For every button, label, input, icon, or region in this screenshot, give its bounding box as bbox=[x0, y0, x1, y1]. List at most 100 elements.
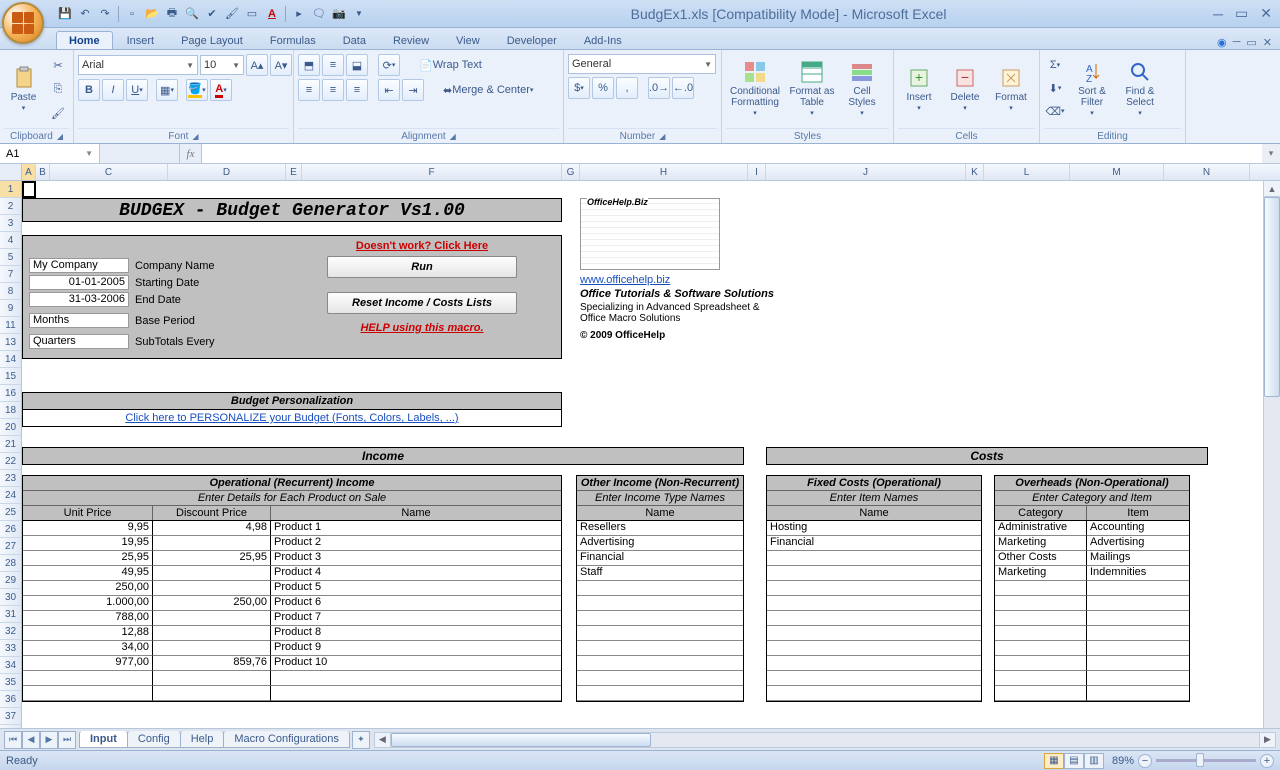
table-row[interactable] bbox=[995, 581, 1189, 596]
table-row[interactable] bbox=[577, 611, 743, 626]
table-row[interactable]: MarketingAdvertising bbox=[995, 536, 1189, 551]
table-row[interactable]: Other CostsMailings bbox=[995, 551, 1189, 566]
cut-icon[interactable]: ✂ bbox=[47, 54, 69, 76]
delete-cells-button[interactable]: −Delete▾ bbox=[944, 54, 986, 124]
zoom-level[interactable]: 89% bbox=[1112, 755, 1134, 767]
wrap-text-button[interactable]: 📄 Wrap Text bbox=[414, 54, 487, 76]
base-period-input[interactable]: Months bbox=[29, 313, 129, 328]
border-icon[interactable]: ▦▾ bbox=[156, 79, 178, 101]
table-row[interactable] bbox=[767, 656, 981, 671]
new-icon[interactable]: ▫ bbox=[123, 5, 141, 23]
table-row[interactable]: 34,00Product 9 bbox=[23, 641, 561, 656]
column-headers[interactable]: ABCDEFGHIJKLMN bbox=[22, 164, 1280, 181]
prev-sheet-icon[interactable]: ◀ bbox=[22, 731, 40, 749]
subtotals-input[interactable]: Quarters bbox=[29, 334, 129, 349]
speak-icon[interactable]: 🗨 bbox=[310, 5, 328, 23]
workbook-minimize-icon[interactable]: ─ bbox=[1233, 36, 1241, 49]
number-format-combo[interactable]: General▼ bbox=[568, 54, 716, 74]
font-color-icon[interactable]: A bbox=[263, 5, 281, 23]
autosum-icon[interactable]: Σ▾ bbox=[1044, 54, 1066, 76]
sheet-tab-config[interactable]: Config bbox=[127, 731, 181, 748]
table-row[interactable] bbox=[577, 626, 743, 641]
align-right-icon[interactable]: ≡ bbox=[346, 79, 368, 101]
alignment-launcher-icon[interactable]: ◢ bbox=[450, 132, 456, 141]
merge-center-button[interactable]: ⬌ Merge & Center ▾ bbox=[438, 79, 538, 101]
formula-input[interactable] bbox=[202, 144, 1262, 163]
print-preview-icon[interactable]: 🔍 bbox=[183, 5, 201, 23]
shrink-font-icon[interactable]: A▾ bbox=[270, 54, 292, 76]
close-button[interactable]: ✕ bbox=[1256, 5, 1276, 22]
sheet-tab-macro-configurations[interactable]: Macro Configurations bbox=[223, 731, 350, 748]
last-sheet-icon[interactable]: ⏭ bbox=[58, 731, 76, 749]
end-date-input[interactable]: 31-03-2006 bbox=[29, 292, 129, 307]
grow-font-icon[interactable]: A▴ bbox=[246, 54, 268, 76]
conditional-formatting-button[interactable]: Conditional Formatting▾ bbox=[726, 54, 784, 124]
reset-button[interactable]: Reset Income / Costs Lists bbox=[327, 292, 517, 314]
accounting-icon[interactable]: $▾ bbox=[568, 77, 590, 99]
table-row[interactable]: Advertising bbox=[577, 536, 743, 551]
paste-button[interactable]: Paste▾ bbox=[4, 54, 43, 124]
next-sheet-icon[interactable]: ▶ bbox=[40, 731, 58, 749]
table-row[interactable]: 12,88Product 8 bbox=[23, 626, 561, 641]
increase-decimal-icon[interactable]: .0→ bbox=[648, 77, 670, 99]
increase-indent-icon[interactable]: ⇥ bbox=[402, 79, 424, 101]
expand-formula-icon[interactable]: ▾ bbox=[1262, 144, 1280, 163]
run-button[interactable]: Run bbox=[327, 256, 517, 278]
decrease-indent-icon[interactable]: ⇤ bbox=[378, 79, 400, 101]
company-input[interactable]: My Company bbox=[29, 258, 129, 273]
new-sheet-icon[interactable]: ✦ bbox=[352, 731, 370, 749]
tab-developer[interactable]: Developer bbox=[494, 31, 570, 49]
table-row[interactable] bbox=[995, 656, 1189, 671]
table-row[interactable] bbox=[767, 596, 981, 611]
vertical-scrollbar[interactable]: ▲ bbox=[1263, 181, 1280, 728]
table-row[interactable]: 250,00Product 5 bbox=[23, 581, 561, 596]
camera-icon[interactable]: 📷 bbox=[330, 5, 348, 23]
font-name-combo[interactable]: Arial▼ bbox=[78, 55, 198, 75]
find-select-button[interactable]: Find & Select▾ bbox=[1118, 54, 1162, 124]
macros-icon[interactable]: ▸ bbox=[290, 5, 308, 23]
sheet-tab-help[interactable]: Help bbox=[180, 731, 225, 748]
format-as-table-button[interactable]: Format as Table▾ bbox=[788, 54, 836, 124]
select-all-corner[interactable] bbox=[0, 164, 22, 181]
tab-review[interactable]: Review bbox=[380, 31, 442, 49]
tab-formulas[interactable]: Formulas bbox=[257, 31, 329, 49]
doesnt-work-link[interactable]: Doesn't work? Click Here bbox=[356, 240, 488, 252]
table-row[interactable]: Resellers bbox=[577, 521, 743, 536]
percent-icon[interactable]: % bbox=[592, 77, 614, 99]
officehelp-link[interactable]: www.officehelp.biz bbox=[580, 274, 670, 286]
table-row[interactable] bbox=[995, 626, 1189, 641]
font-color-icon[interactable]: A▾ bbox=[210, 79, 232, 101]
start-date-input[interactable]: 01-01-2005 bbox=[29, 275, 129, 290]
decrease-decimal-icon[interactable]: ←.0 bbox=[672, 77, 694, 99]
first-sheet-icon[interactable]: ⏮ bbox=[4, 731, 22, 749]
table-row[interactable] bbox=[767, 566, 981, 581]
maximize-button[interactable]: ▭ bbox=[1231, 5, 1252, 22]
format-painter-icon[interactable]: 🖌 bbox=[47, 102, 69, 124]
cell-styles-button[interactable]: Cell Styles▾ bbox=[840, 54, 884, 124]
help-macro-link[interactable]: HELP using this macro. bbox=[360, 322, 483, 334]
sheet-tab-input[interactable]: Input bbox=[79, 731, 128, 748]
format-cells-button[interactable]: Format▾ bbox=[990, 54, 1032, 124]
table-row[interactable]: 49,95Product 4 bbox=[23, 566, 561, 581]
table-row[interactable] bbox=[767, 611, 981, 626]
workbook-restore-icon[interactable]: ▭ bbox=[1246, 36, 1256, 49]
paint-icon[interactable]: 🖌 bbox=[223, 5, 241, 23]
personalize-link[interactable]: Click here to PERSONALIZE your Budget (F… bbox=[125, 412, 458, 424]
zoom-slider[interactable] bbox=[1156, 759, 1256, 762]
page-layout-view-icon[interactable]: ▤ bbox=[1064, 753, 1084, 769]
table-row[interactable]: 25,9525,95Product 3 bbox=[23, 551, 561, 566]
redo-icon[interactable]: ↷ bbox=[96, 5, 114, 23]
align-center-icon[interactable]: ≡ bbox=[322, 79, 344, 101]
quick-print-icon[interactable]: 🖶 bbox=[163, 5, 181, 23]
zoom-out-icon[interactable]: − bbox=[1138, 754, 1152, 768]
table-row[interactable]: 788,00Product 7 bbox=[23, 611, 561, 626]
zoom-in-icon[interactable]: + bbox=[1260, 754, 1274, 768]
sort-filter-button[interactable]: AZ Sort & Filter▾ bbox=[1070, 54, 1114, 124]
spelling-icon[interactable]: ✔ bbox=[203, 5, 221, 23]
spreadsheet-grid[interactable]: ABCDEFGHIJKLMN 1234578911131415161820212… bbox=[0, 164, 1280, 728]
align-bottom-icon[interactable]: ⬓ bbox=[346, 54, 368, 76]
underline-icon[interactable]: U▾ bbox=[126, 79, 148, 101]
name-box[interactable]: A1▼ bbox=[0, 144, 100, 163]
table-row[interactable] bbox=[767, 581, 981, 596]
number-launcher-icon[interactable]: ◢ bbox=[659, 132, 665, 141]
